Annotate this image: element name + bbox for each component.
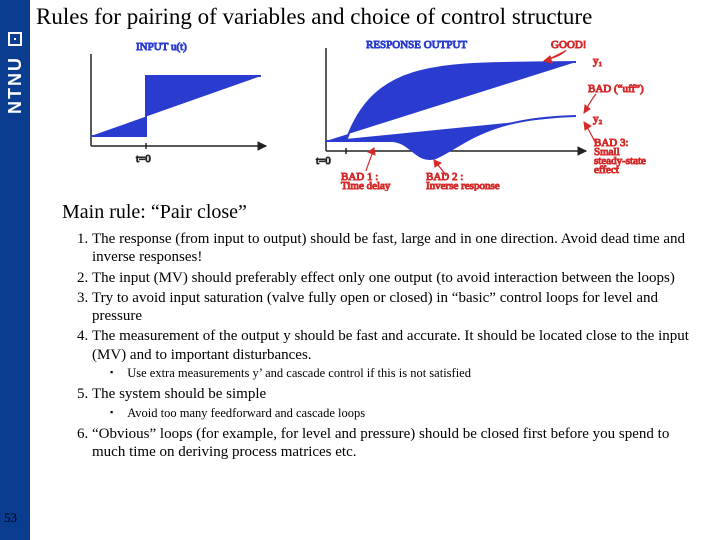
y1-label: y₁	[593, 55, 603, 67]
bad-uff-label: BAD (“uff”)	[588, 83, 644, 95]
good-label: GOOD!	[551, 39, 586, 51]
rule-4-sub-item: Use extra measurements y’ and cascade co…	[110, 366, 702, 381]
rule-5: The system should be simple Avoid too ma…	[92, 385, 702, 421]
diagrams: INPUT u(t) t=0 RESPONSE OUTPUT t=0	[66, 36, 712, 191]
bad1-label: BAD 1 : Time delay	[341, 171, 391, 191]
rule-2: The input (MV) should preferably effect …	[92, 269, 702, 287]
rules-list: The response (from input to output) shou…	[92, 230, 702, 461]
rule-4-sub: Use extra measurements y’ and cascade co…	[110, 366, 702, 381]
bad2-label: BAD 2 : Inverse response	[426, 171, 500, 191]
rule-4-text: The measurement of the output y should b…	[92, 328, 689, 362]
rule-5-text: The system should be simple	[92, 386, 266, 402]
rule-1: The response (from input to output) shou…	[92, 230, 702, 267]
ntnu-logo-icon	[8, 32, 22, 46]
rule-6: “Obvious” loops (for example, for level …	[92, 425, 702, 462]
input-title: INPUT u(t)	[136, 41, 187, 53]
slide-content: Rules for pairing of variables and choic…	[36, 0, 720, 540]
rule-4: The measurement of the output y should b…	[92, 327, 702, 381]
y2-label: y₂	[593, 113, 603, 125]
response-t0: t=0	[316, 155, 331, 167]
rule-5-sub-item: Avoid too many feedforward and cascade l…	[110, 406, 702, 421]
response-diagram: RESPONSE OUTPUT t=0 GOOD! y₁ BAD (“uff”)	[296, 36, 656, 191]
slide-title: Rules for pairing of variables and choic…	[36, 4, 712, 30]
main-rule-heading: Main rule: “Pair close”	[62, 201, 712, 224]
input-t0: t=0	[136, 153, 151, 165]
rule-5-sub: Avoid too many feedforward and cascade l…	[110, 406, 702, 421]
page-number: 53	[4, 510, 17, 526]
input-diagram: INPUT u(t) t=0	[66, 36, 276, 191]
rule-3: Try to avoid input saturation (valve ful…	[92, 289, 702, 326]
brand-sidebar: NTNU	[0, 0, 30, 540]
brand-text: NTNU	[5, 56, 26, 114]
response-plot: RESPONSE OUTPUT t=0 GOOD! y₁ BAD (“uff”)	[296, 36, 656, 191]
input-step-plot: INPUT u(t) t=0	[66, 36, 276, 171]
response-title: RESPONSE OUTPUT	[366, 39, 467, 51]
bad3-label: BAD 3: Small steady-state effect	[594, 137, 649, 176]
